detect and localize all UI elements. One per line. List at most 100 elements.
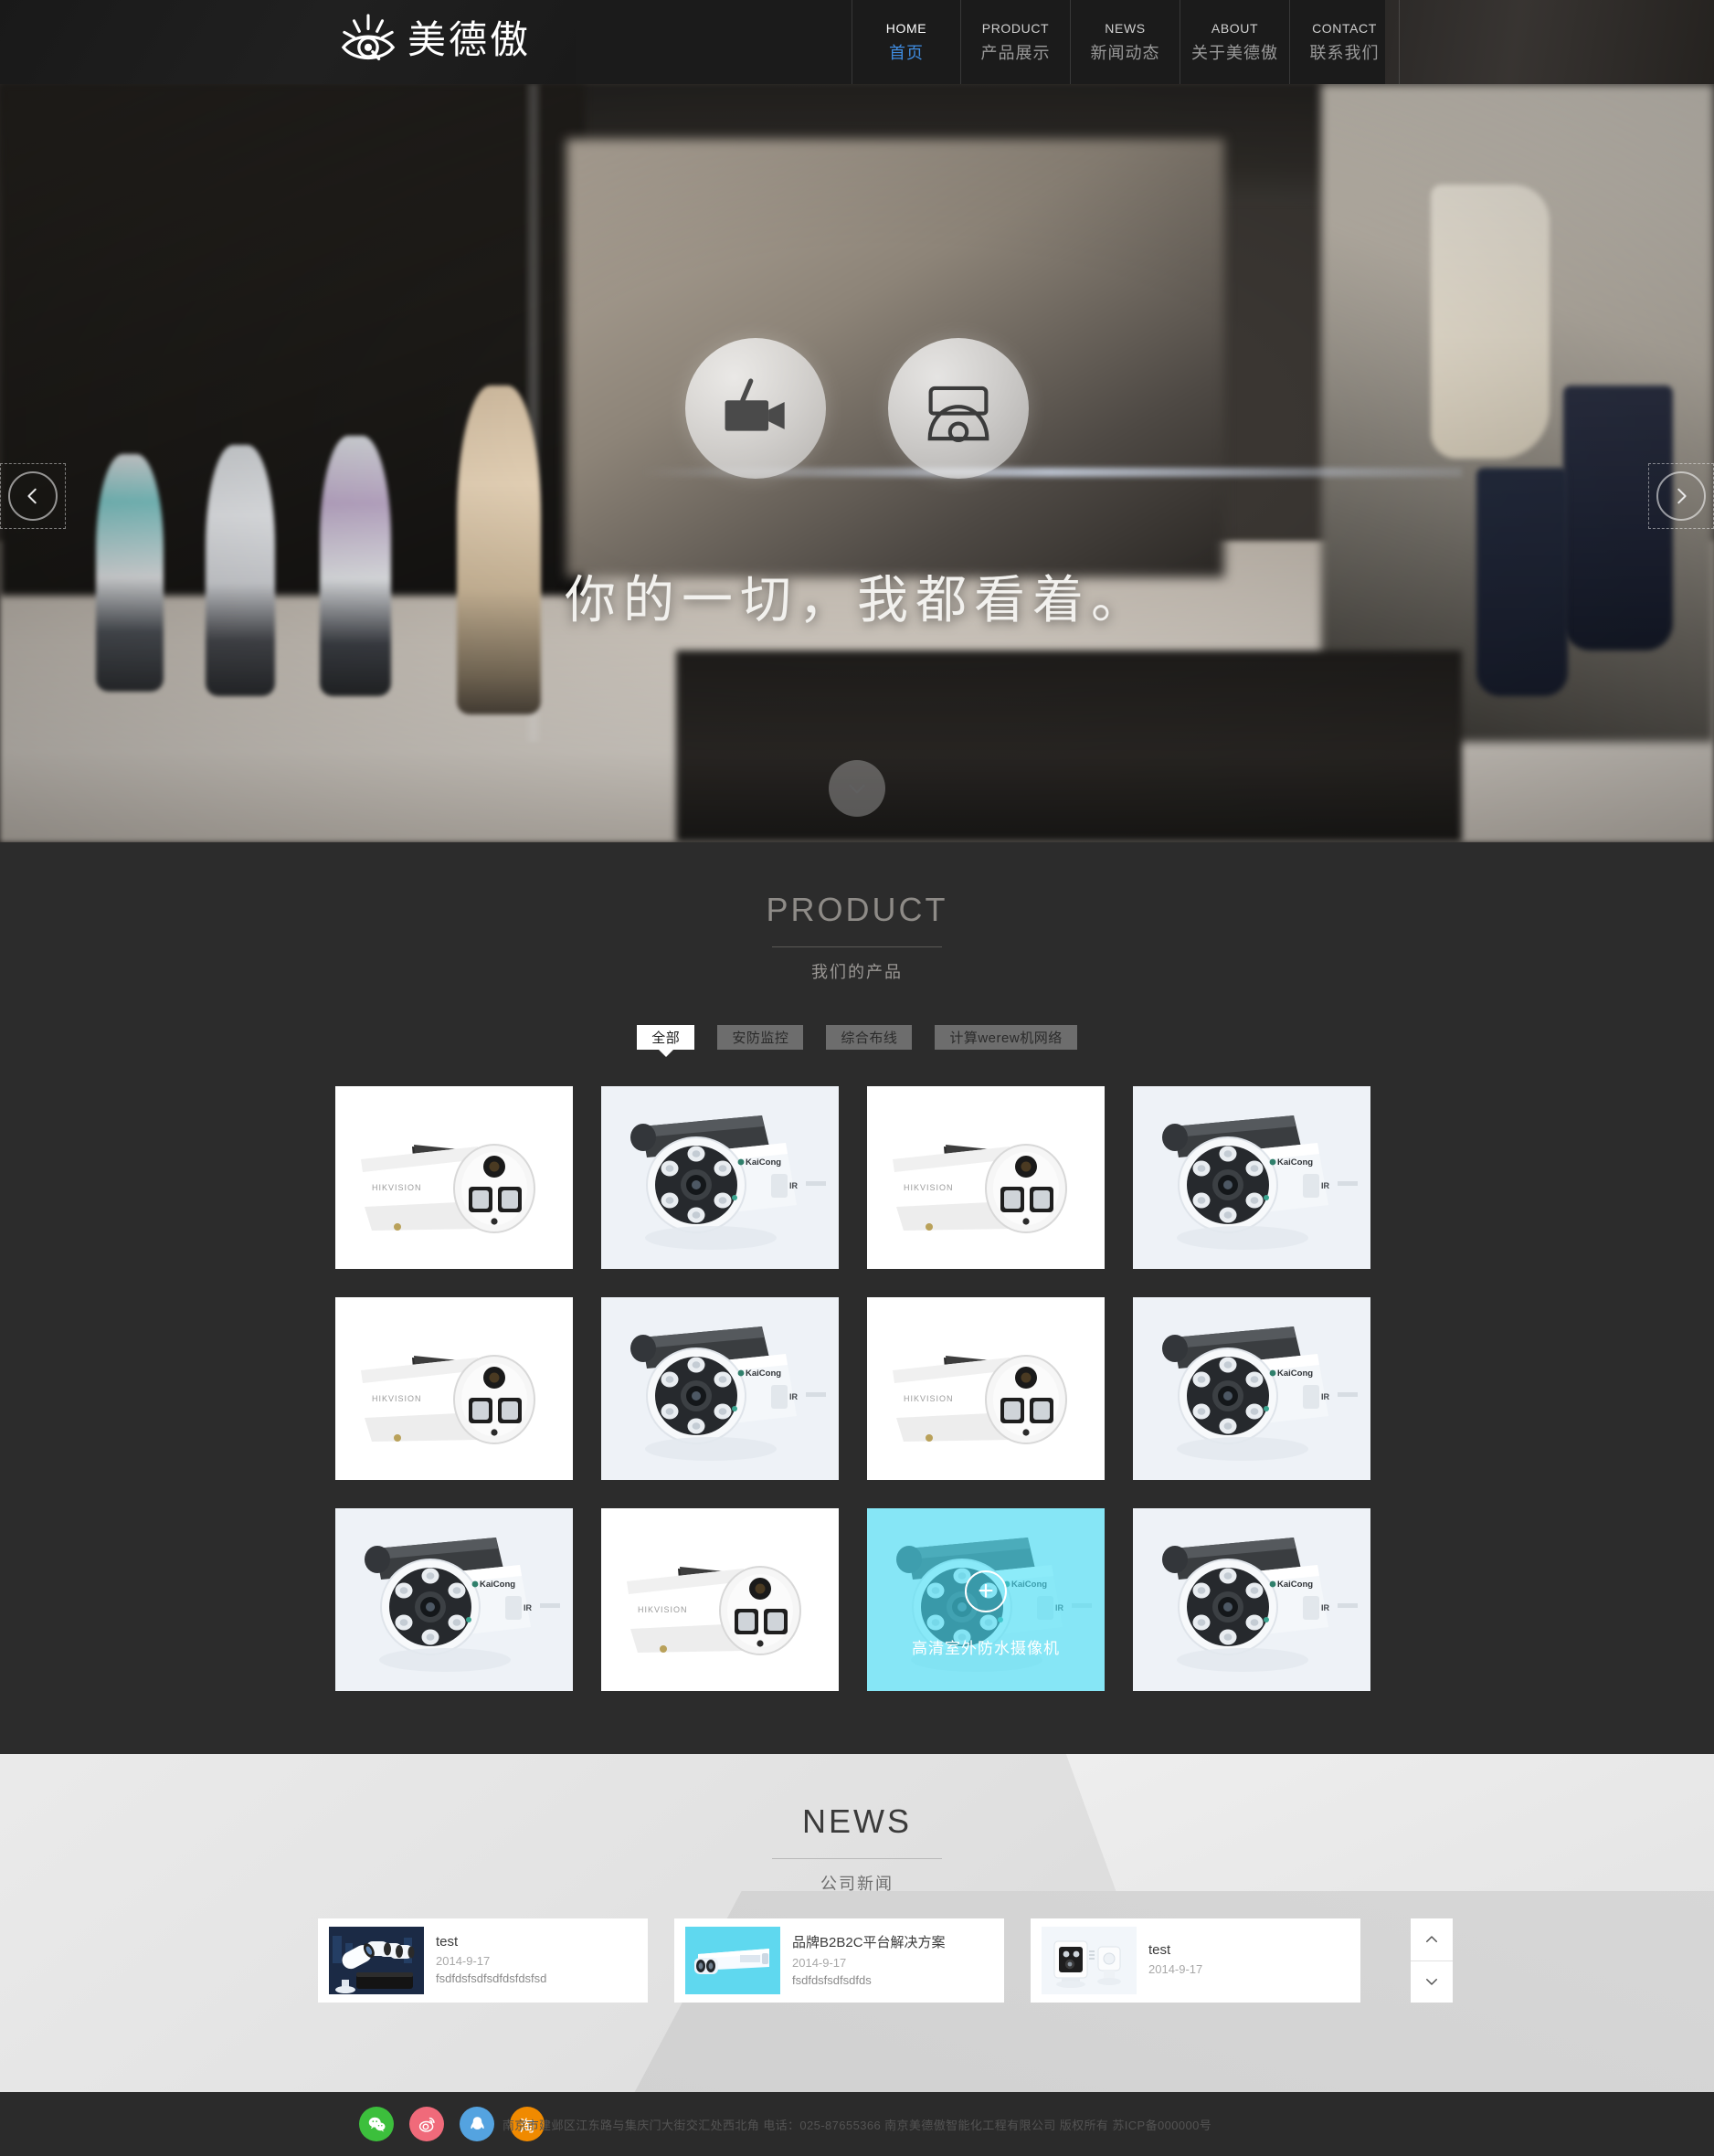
news-title-en: NEWS [802, 1802, 912, 1840]
news-section: NEWS 公司新闻 test 2014-9-17 fsdfdsfsdfsdfds… [0, 1754, 1714, 2092]
hero-next-button[interactable] [1648, 463, 1714, 529]
hero-badges [0, 338, 1714, 479]
news-title: 品牌B2B2C平台解决方案 [792, 1934, 946, 1950]
product-card[interactable]: KaiCong IR [335, 1508, 573, 1691]
chevron-up-icon [1423, 1931, 1440, 1948]
news-desc: fsdfdsfsdfsdfdsfdsfsd [436, 1971, 547, 1985]
nav-item-home[interactable]: HOME 首页 [852, 0, 961, 84]
news-prev-button[interactable] [1411, 1918, 1453, 1960]
news-card[interactable]: test 2014-9-17 fsdfdsfsdfsdfdsfdsfsd [318, 1918, 648, 2003]
logo-text: 美德傲 [407, 17, 532, 62]
main-nav: HOME 首页 PRODUCT 产品展示 NEWS 新闻动态 ABOUT 关于美… [852, 0, 1400, 84]
nav-label-cn: 关于美德傲 [1191, 43, 1278, 62]
cube-camera-thumb [1042, 1927, 1137, 1994]
svg-text:KaiCong: KaiCong [1277, 1369, 1313, 1379]
news-date: 2014-9-17 [792, 1955, 847, 1970]
news-next-button[interactable] [1411, 1960, 1453, 2003]
nav-item-about[interactable]: ABOUT 关于美德傲 [1180, 0, 1290, 84]
nav-label-cn: 产品展示 [980, 43, 1051, 62]
section-divider [772, 946, 942, 947]
hero-title: 你的一切，我都看着。 [565, 571, 1149, 630]
kaicong-camera-image: KaiCong IR [1133, 1508, 1370, 1691]
nav-item-contact[interactable]: CONTACT 联系我们 [1290, 0, 1400, 84]
svg-text:HIKVISION: HIKVISION [638, 1605, 688, 1614]
nav-item-product[interactable]: PRODUCT 产品展示 [961, 0, 1071, 84]
svg-text:HIKVISION: HIKVISION [372, 1183, 422, 1192]
news-section-header: NEWS 公司新闻 [0, 1754, 1714, 1895]
news-pager [1411, 1918, 1453, 2003]
hikvision-camera-image: HIKVISION [601, 1508, 839, 1691]
header-backdrop-right [1385, 0, 1714, 84]
product-section: PRODUCT 我们的产品 全部 安防监控 综合布线 计算werew机网络 HI… [0, 842, 1714, 1754]
page-root: 美德傲 HOME 首页 PRODUCT 产品展示 NEWS 新闻动态 ABOUT… [0, 0, 1714, 2156]
product-card[interactable]: KaiCong IR [601, 1297, 839, 1480]
product-title-en: PRODUCT [766, 891, 948, 928]
scroll-down-button[interactable] [829, 760, 885, 817]
chevron-left-icon [8, 471, 58, 521]
news-date: 2014-9-17 [1148, 1962, 1203, 1977]
chevron-down-icon [1423, 1973, 1440, 1990]
filter-tab-network[interactable]: 计算werew机网络 [935, 1025, 1077, 1050]
news-date: 2014-9-17 [436, 1953, 491, 1968]
nav-item-news[interactable]: NEWS 新闻动态 [1071, 0, 1180, 84]
kaicong-camera-image: KaiCong IR [1133, 1086, 1370, 1269]
svg-text:IR: IR [1321, 1392, 1330, 1401]
svg-text:IR: IR [1321, 1181, 1330, 1190]
filter-tab-all[interactable]: 全部 [637, 1025, 695, 1050]
filter-tab-security[interactable]: 安防监控 [717, 1025, 804, 1050]
product-card[interactable]: HIKVISION [867, 1086, 1105, 1269]
hikvision-camera-image: HIKVISION [867, 1297, 1105, 1480]
news-desc: fsdfdsfsdfsdfds [792, 1972, 872, 1987]
product-card[interactable]: KaiCong IR [1133, 1508, 1370, 1691]
news-card[interactable]: test 2014-9-17 [1031, 1918, 1360, 2003]
chevron-right-icon [1656, 471, 1706, 521]
nav-label-en: ABOUT [1211, 20, 1259, 36]
dvr-kit-thumb [329, 1927, 424, 1994]
svg-text:IR: IR [789, 1181, 799, 1190]
kaicong-camera-image: KaiCong IR [601, 1086, 839, 1269]
kaicong-camera-image: KaiCong IR [335, 1508, 573, 1691]
kaicong-camera-image: KaiCong IR [1133, 1297, 1370, 1480]
eye-logo-icon [340, 14, 397, 70]
product-card[interactable]: KaiCong IR [1133, 1086, 1370, 1269]
news-list: test 2014-9-17 fsdfdsfsdfsdfdsfdsfsd 品牌B… [318, 1918, 1453, 2003]
hikvision-camera-image: HIKVISION [335, 1297, 573, 1480]
svg-text:IR: IR [1321, 1603, 1330, 1612]
product-title-cn: 我们的产品 [811, 963, 903, 981]
product-card[interactable]: HIKVISION [601, 1508, 839, 1691]
product-card[interactable]: KaiCong IR +高清室外防水摄像机 [867, 1508, 1105, 1691]
nav-label-en: CONTACT [1312, 20, 1377, 36]
hero-prev-button[interactable] [0, 463, 66, 529]
product-grid: HIKVISION KaiCong IR HIKVISION KaiCong I… [335, 1086, 1379, 1691]
product-card[interactable]: HIKVISION [335, 1086, 573, 1269]
site-logo[interactable]: 美德傲 [340, 5, 531, 79]
nav-label-en: PRODUCT [981, 20, 1050, 36]
plus-circle-icon[interactable]: + [965, 1570, 1007, 1612]
hikvision-camera-image: HIKVISION [335, 1086, 573, 1269]
product-card[interactable]: KaiCong IR [1133, 1297, 1370, 1480]
chevron-down-icon [845, 777, 869, 800]
product-filter-tabs: 全部 安防监控 综合布线 计算werew机网络 [0, 1025, 1714, 1050]
news-title: test [1148, 1942, 1171, 1959]
filter-tab-cabling[interactable]: 综合布线 [826, 1025, 913, 1050]
hero-banner: 你的一切，我都看着。 [0, 84, 1714, 842]
kaicong-camera-image: KaiCong IR [601, 1297, 839, 1480]
svg-text:HIKVISION: HIKVISION [904, 1183, 954, 1192]
product-caption: 高清室外防水摄像机 [912, 1640, 1060, 1657]
hikvision-camera-image: HIKVISION [867, 1086, 1105, 1269]
news-card[interactable]: 品牌B2B2C平台解决方案 2014-9-17 fsdfdsfsdfsdfds [674, 1918, 1004, 2003]
nav-label-en: NEWS [1105, 20, 1146, 36]
svg-text:KaiCong: KaiCong [480, 1580, 515, 1590]
svg-text:KaiCong: KaiCong [746, 1157, 781, 1168]
product-card[interactable]: HIKVISION [335, 1297, 573, 1480]
product-hover-overlay[interactable]: + 高清室外防水摄像机 [867, 1508, 1105, 1691]
dome-camera-icon [888, 338, 1029, 479]
svg-text:KaiCong: KaiCong [746, 1369, 781, 1379]
svg-text:HIKVISION: HIKVISION [372, 1394, 422, 1403]
product-card[interactable]: KaiCong IR [601, 1086, 839, 1269]
product-card[interactable]: HIKVISION [867, 1297, 1105, 1480]
svg-text:HIKVISION: HIKVISION [904, 1394, 954, 1403]
nav-label-cn: 首页 [889, 43, 924, 62]
svg-text:IR: IR [789, 1392, 799, 1401]
footer-copyright: 南京市建邺区江东路与集庆门大街交汇处西北角 电话：025-87655366 南京… [502, 2118, 1212, 2132]
